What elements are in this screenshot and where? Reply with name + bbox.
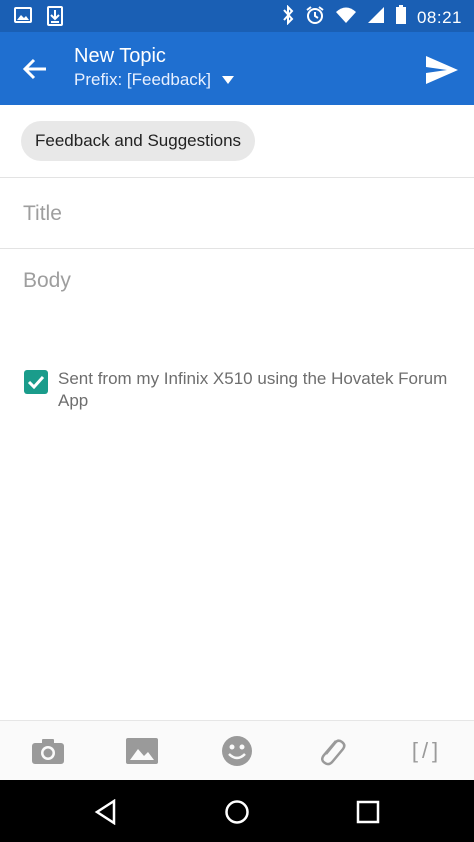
wifi-icon [335,6,357,29]
checkmark-icon [27,375,45,389]
back-nav-icon [94,799,116,825]
attachment-button[interactable] [313,733,349,769]
camera-button[interactable] [30,733,66,769]
prefix-dropdown[interactable]: Prefix: [Feedback] [74,70,235,90]
bbcode-button[interactable]: [/] [404,733,450,769]
body-input[interactable] [21,267,455,341]
system-navigation-bar [0,780,474,842]
app-bar: New Topic Prefix: [Feedback] [0,32,474,105]
bluetooth-icon [281,4,295,30]
title-section [0,178,474,249]
forum-section: Feedback and Suggestions [0,105,474,178]
signature-checkbox[interactable] [24,370,48,394]
recents-nav-icon [356,800,380,824]
signature-option: Sent from my Infinix X510 using the Hova… [24,368,454,412]
nav-home-button[interactable] [219,794,255,830]
signal-icon [367,6,385,29]
nav-recents-button[interactable] [350,794,386,830]
send-icon [426,56,458,84]
attachment-icon [321,739,346,766]
alarm-icon [305,5,325,30]
nav-back-button[interactable] [88,794,124,830]
status-bar: 08:21 [0,0,474,32]
signature-label: Sent from my Infinix X510 using the Hova… [58,369,448,410]
title-input[interactable] [21,196,455,232]
bbcode-label: [/] [411,738,443,763]
arrow-back-icon [22,58,46,80]
dropdown-arrow-icon [222,76,235,84]
emoji-button[interactable] [219,733,255,769]
body-section [0,249,474,349]
battery-icon [395,5,407,30]
download-notification-icon [46,6,64,31]
prefix-label: Prefix: [Feedback] [74,70,212,89]
image-icon [126,738,158,764]
forum-chip[interactable]: Feedback and Suggestions [21,121,256,161]
image-notification-icon [14,6,32,31]
page-title: New Topic [74,45,166,67]
home-nav-icon [225,800,249,824]
back-button[interactable] [18,52,52,86]
emoji-icon [222,736,252,766]
clock: 08:21 [416,7,462,27]
camera-icon [32,739,64,764]
compose-toolbar: [/] [0,720,474,781]
send-button[interactable] [422,50,462,90]
gallery-button[interactable] [124,733,160,769]
